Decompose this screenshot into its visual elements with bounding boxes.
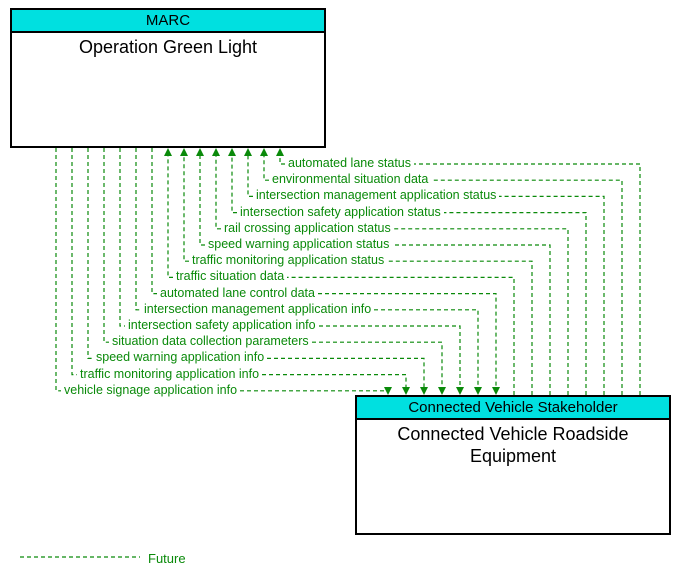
legend-future-label: Future [148,551,186,566]
flow-label: automated lane status [288,156,411,170]
flow-label: environmental situation data [272,172,428,186]
flow-label: speed warning application info [96,350,264,364]
flow-label: traffic monitoring application status [192,253,384,267]
flow-label: intersection safety application info [128,318,316,332]
flow-label: automated lane control data [160,286,315,300]
box-title-cv-roadside-equipment: Connected Vehicle Roadside Equipment [357,420,669,467]
flow-label: intersection management application stat… [256,188,496,202]
flow-label: intersection safety application status [240,205,441,219]
flow-label: traffic monitoring application info [80,367,259,381]
flow-label: traffic situation data [176,269,284,283]
box-operation-green-light: MARC Operation Green Light [10,8,326,148]
flow-label: vehicle signage application info [64,383,237,397]
box-header-cv-stakeholder: Connected Vehicle Stakeholder [357,397,669,420]
flow-label: rail crossing application status [224,221,391,235]
box-connected-vehicle-roadside-equipment: Connected Vehicle Stakeholder Connected … [355,395,671,535]
flow-label: intersection management application info [144,302,371,316]
flow-label: situation data collection parameters [112,334,309,348]
legend: Future [20,551,186,566]
flow-label: speed warning application status [208,237,389,251]
box-header-marc: MARC [12,10,324,33]
box-title-operation-green-light: Operation Green Light [12,33,324,59]
